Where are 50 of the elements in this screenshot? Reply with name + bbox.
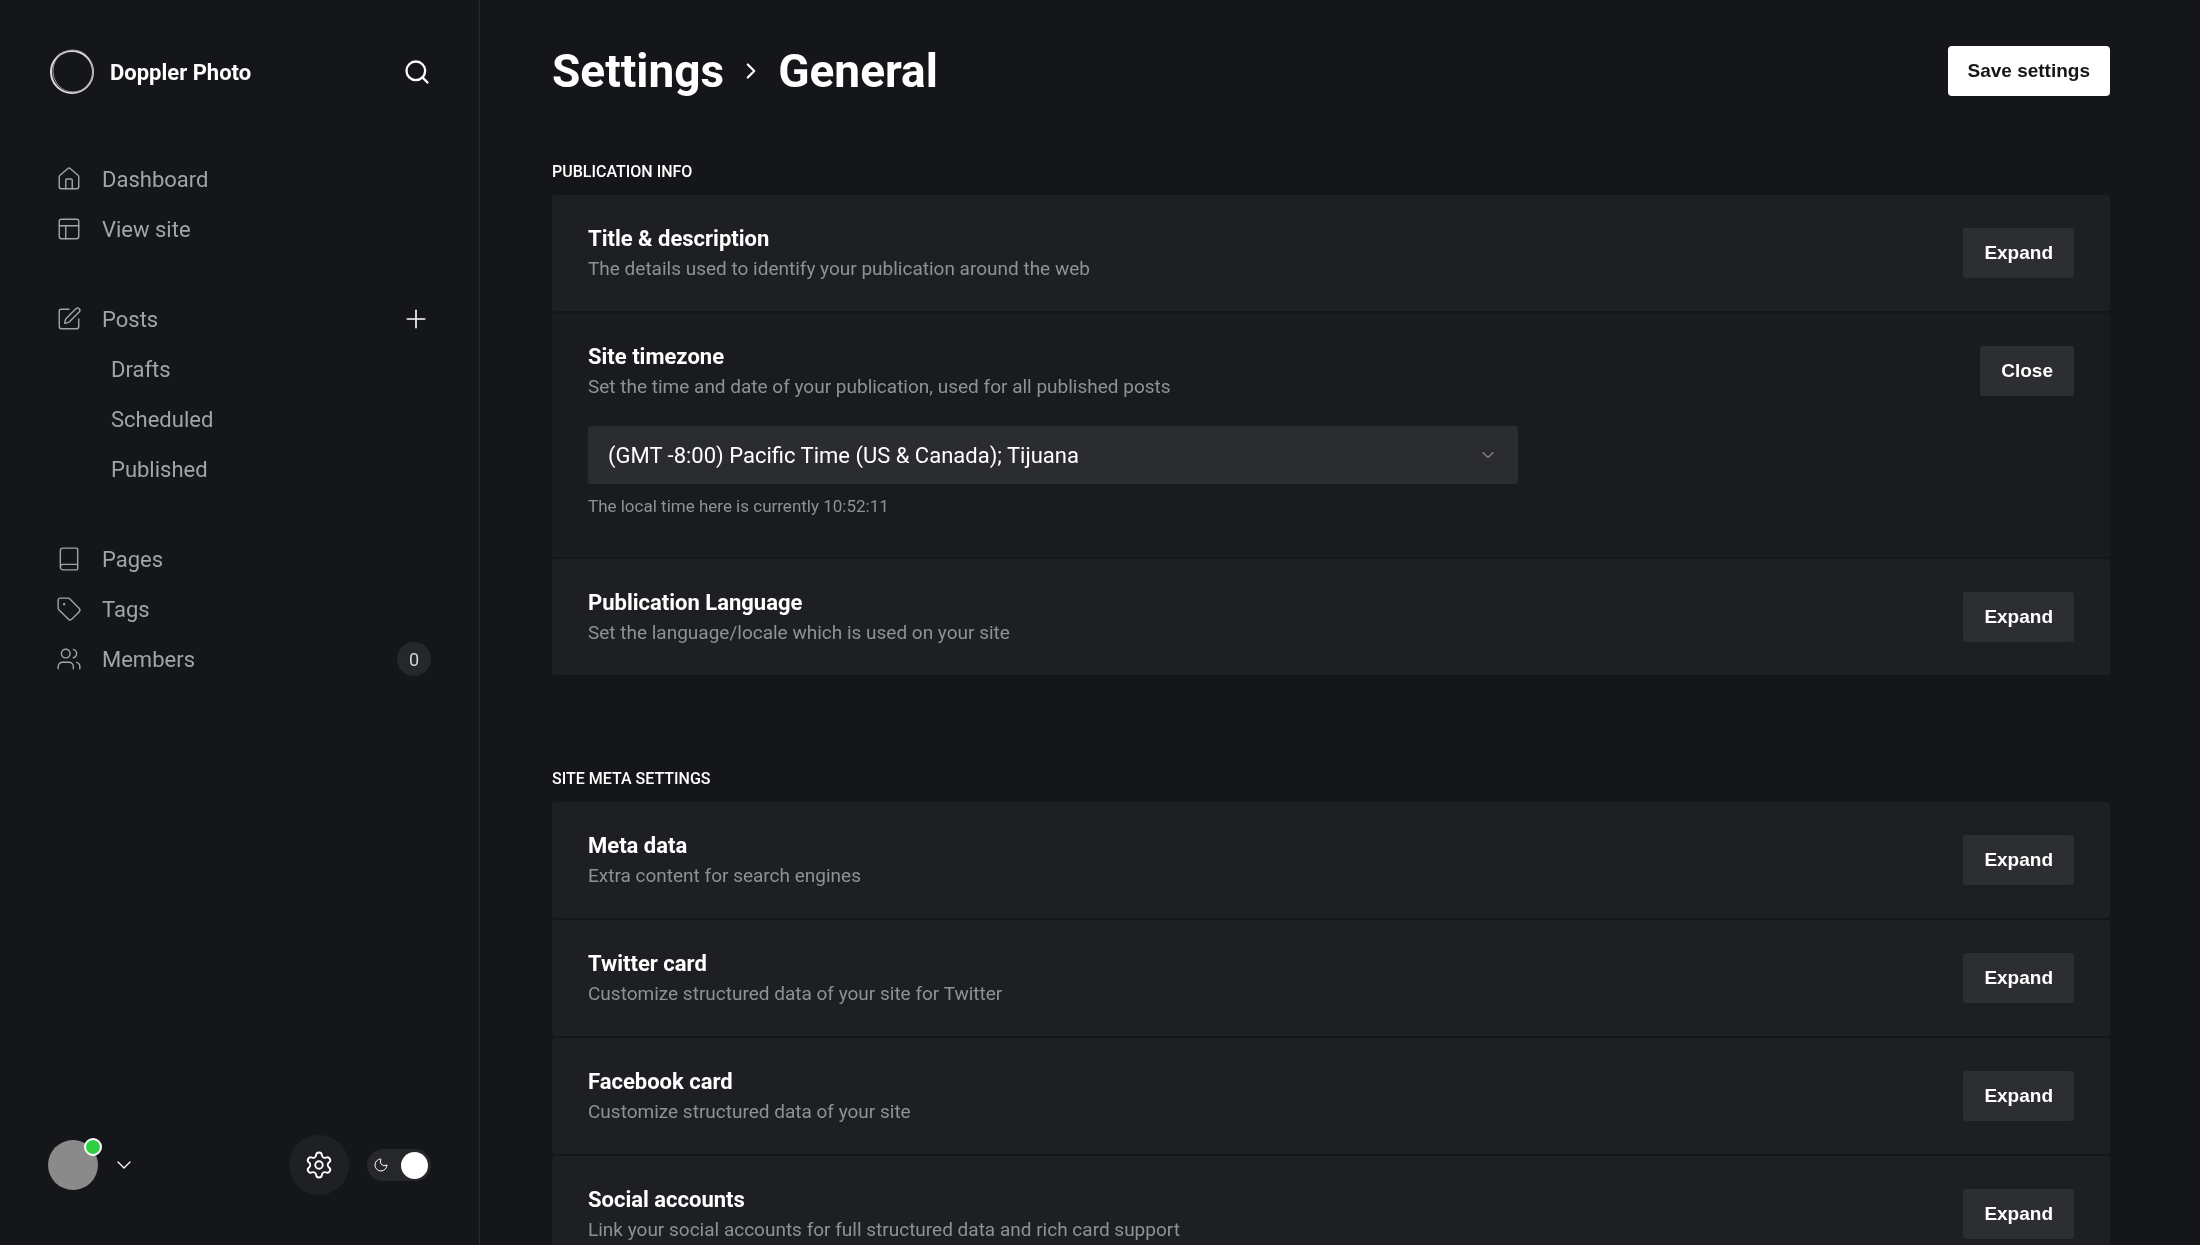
setting-description: Set the time and date of your publication, used for all published posts: [588, 375, 1172, 398]
setting-description: Link your social accounts for full structured data and rich card support: [588, 1218, 1181, 1241]
timezone-select[interactable]: (GMT -8:00) Pacific Time (US & Canada); Tijuana: [588, 426, 1518, 484]
tag-icon: [56, 596, 82, 622]
expand-button[interactable]: Expand: [1963, 1071, 2074, 1121]
expand-button[interactable]: Expand: [1963, 953, 2074, 1003]
setting-title: Title & description: [588, 226, 771, 251]
logo-icon: [48, 48, 96, 96]
setting-title: Social accounts: [588, 1187, 746, 1212]
setting-title: Facebook card: [588, 1069, 734, 1094]
nav-subitem[interactable]: Scheduled: [48, 394, 431, 444]
search-icon[interactable]: [403, 58, 431, 86]
setting-description: The details used to identify your publication around the web: [588, 257, 1091, 280]
nav-item[interactable]: Dashboard: [48, 154, 431, 204]
expand-button[interactable]: Expand: [1963, 228, 2074, 278]
dark-mode-toggle[interactable]: [367, 1149, 431, 1181]
setting-description: Extra content for search engines: [588, 864, 862, 887]
users-icon: [56, 646, 82, 672]
brand-name: Doppler Photo: [110, 59, 253, 85]
setting-title: Meta data: [588, 833, 689, 858]
moon-icon: [373, 1157, 389, 1173]
hint-text: The local time here is currently 10:52:11: [588, 496, 890, 518]
setting-title: Site timezone: [588, 344, 726, 369]
settings-icon: [304, 1150, 334, 1180]
home-icon: [56, 166, 82, 192]
setting-description: Customize structured data of your site: [588, 1100, 912, 1123]
nav-item[interactable]: Members 0: [48, 634, 431, 684]
nav-subitem[interactable]: Published: [48, 444, 431, 494]
edit-icon: [56, 306, 82, 332]
setting-title: Twitter card: [588, 951, 708, 976]
save-button[interactable]: Save settings: [1947, 46, 2110, 96]
section-title: SITE META SETTINGS: [552, 769, 712, 788]
setting-title: Publication Language: [588, 590, 804, 615]
setting-description: Customize structured data of your site for Twitter: [588, 982, 1004, 1005]
page-title[interactable]: Settings: [552, 44, 725, 98]
count-badge: 0: [397, 642, 431, 676]
layout-icon: [56, 216, 82, 242]
expand-button[interactable]: Expand: [1963, 1189, 2074, 1239]
nav-item[interactable]: View site: [48, 204, 431, 254]
nav-item[interactable]: Posts: [48, 294, 431, 344]
nav-subitem[interactable]: Drafts: [48, 344, 431, 394]
nav-item[interactable]: Pages: [48, 534, 431, 584]
nav-item[interactable]: Tags: [48, 584, 431, 634]
expand-button[interactable]: Expand: [1963, 592, 2074, 642]
avatar[interactable]: [48, 1140, 98, 1190]
expand-button[interactable]: Expand: [1963, 835, 2074, 885]
setting-description: Set the language/locale which is used on your site: [588, 621, 1011, 644]
section-title: PUBLICATION INFO: [552, 162, 694, 181]
close-button[interactable]: Close: [1980, 346, 2074, 396]
page-title: General: [778, 44, 938, 98]
